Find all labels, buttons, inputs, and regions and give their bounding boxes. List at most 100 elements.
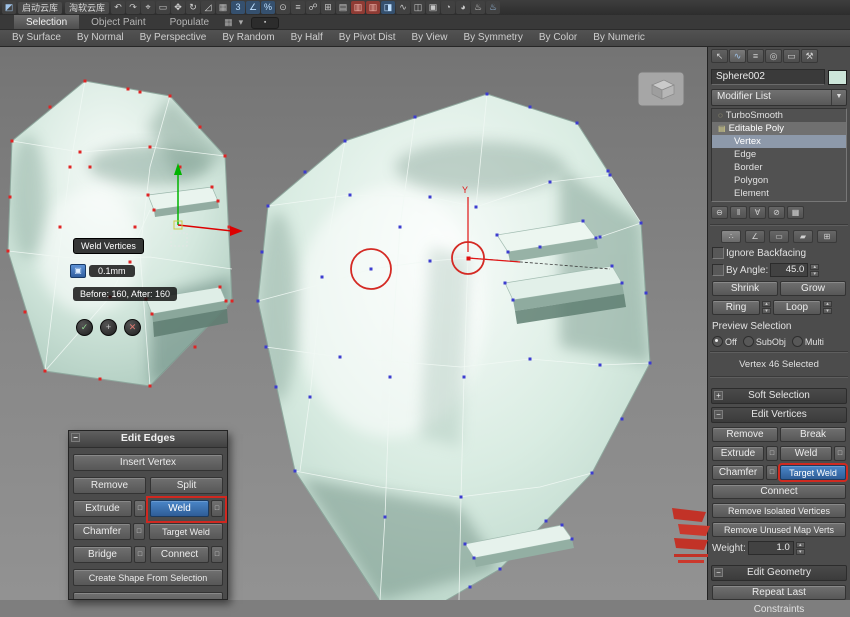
motion-tab-icon[interactable]: ◎ xyxy=(765,49,782,63)
ribbon-button-by-perspective[interactable]: By Perspective xyxy=(132,30,215,46)
repeat-last-button[interactable]: Repeat Last xyxy=(712,585,846,600)
target-weld-edge-button[interactable]: Target Weld xyxy=(149,523,223,540)
create-tab-icon[interactable]: ↖ xyxy=(711,49,728,63)
display-tab-icon[interactable]: ▭ xyxy=(783,49,800,63)
edit-edges-titlebar[interactable]: − Edit Edges xyxy=(69,431,227,448)
ribbon-button-by-numeric[interactable]: By Numeric xyxy=(585,30,653,46)
remove-button[interactable]: Remove xyxy=(712,427,778,442)
ribbon-button-by-half[interactable]: By Half xyxy=(283,30,331,46)
ribbon-chevron-down-icon[interactable]: ▾ xyxy=(236,15,247,29)
redo-icon[interactable]: ↷ xyxy=(126,1,140,14)
subobject-vertex-icon[interactable]: ∴ xyxy=(721,230,741,243)
connect-edge-settings-icon[interactable]: □ xyxy=(211,546,223,563)
main-mesh[interactable]: Y xyxy=(257,93,652,601)
loop-spinner[interactable]: ▴▾ xyxy=(823,301,832,314)
split-button[interactable]: Split xyxy=(150,477,223,494)
caddy-cancel-button[interactable]: ✕ xyxy=(124,319,141,336)
ring-spinner[interactable]: ▴▾ xyxy=(762,301,771,314)
utilities-tab-icon[interactable]: ⚒ xyxy=(801,49,818,63)
create-shape-button[interactable]: Create Shape From Selection xyxy=(73,569,223,586)
weld-settings-icon[interactable]: □ xyxy=(834,446,846,461)
weld-threshold-icon[interactable]: ▣ xyxy=(70,264,86,278)
collapse-icon[interactable]: − xyxy=(714,410,723,419)
configure-sets-icon[interactable]: ▦ xyxy=(787,206,804,219)
align-icon[interactable]: ⊞ xyxy=(321,1,335,14)
extrude-edge-button[interactable]: Extrude xyxy=(73,500,132,517)
scene-widget-button[interactable] xyxy=(638,72,684,106)
edit-vertices-rollout[interactable]: − Edit Vertices xyxy=(711,407,847,423)
curve-editor-icon[interactable]: ∿ xyxy=(396,1,410,14)
weld-button[interactable]: Weld xyxy=(780,446,832,461)
extrude-edge-settings-icon[interactable]: □ xyxy=(134,500,146,517)
ribbon-button-by-symmetry[interactable]: By Symmetry xyxy=(455,30,530,46)
select-scale-icon[interactable]: ◿ xyxy=(201,1,215,14)
undo-icon[interactable]: ↶ xyxy=(111,1,125,14)
ribbon-button-by-normal[interactable]: By Normal xyxy=(69,30,132,46)
render-iterative-icon[interactable]: ♨ xyxy=(486,1,500,14)
extrude-settings-icon[interactable]: □ xyxy=(766,446,778,461)
clipped-button[interactable] xyxy=(73,592,223,600)
spinner-snap-icon[interactable]: ⊙ xyxy=(276,1,290,14)
edit-geometry-rollout[interactable]: − Edit Geometry xyxy=(711,565,847,581)
left-mesh[interactable] xyxy=(7,80,244,388)
stack-item-border[interactable]: Border xyxy=(712,161,846,174)
schematic-view-icon[interactable]: ◫ xyxy=(411,1,425,14)
ribbon-button-by-pivot-dist[interactable]: By Pivot Dist xyxy=(331,30,404,46)
angle-snap-icon[interactable]: ∠ xyxy=(246,1,260,14)
remove-edge-button[interactable]: Remove xyxy=(73,477,146,494)
weight-value[interactable]: 1.0 xyxy=(748,541,794,555)
chamfer-edge-button[interactable]: Chamfer xyxy=(73,523,131,540)
caddy-apply-button[interactable]: + xyxy=(100,319,117,336)
select-move-icon[interactable]: ✥ xyxy=(171,1,185,14)
named-selection-icon[interactable]: ≡ xyxy=(291,1,305,14)
bridge-button[interactable]: Bridge xyxy=(73,546,132,563)
target-weld-button[interactable]: Target Weld xyxy=(780,465,846,480)
hierarchy-tab-icon[interactable]: ≡ xyxy=(747,49,764,63)
stack-item-polygon[interactable]: Polygon xyxy=(712,174,846,187)
collapse-icon[interactable]: − xyxy=(714,568,723,577)
loop-button[interactable]: Loop xyxy=(773,300,821,315)
soft-selection-rollout[interactable]: + Soft Selection xyxy=(711,388,847,404)
ribbon-tab-selection[interactable]: Selection xyxy=(14,15,79,29)
subobject-polygon-icon[interactable]: ▰ xyxy=(793,230,813,243)
collapse-icon[interactable]: − xyxy=(71,433,80,442)
select-region-icon[interactable]: ▭ xyxy=(156,1,170,14)
mirror-icon[interactable]: ☍ xyxy=(306,1,320,14)
stack-item-editable-poly[interactable]: ▤Editable Poly xyxy=(712,122,846,135)
plugin-blue-icon[interactable]: ◨ xyxy=(381,1,395,14)
preview-off-radio[interactable] xyxy=(712,336,723,347)
by-angle-checkbox[interactable] xyxy=(712,264,724,276)
by-angle-value[interactable]: 45.0 xyxy=(770,263,808,277)
object-name-field[interactable]: Sphere002 xyxy=(711,69,825,85)
chamfer-settings-icon[interactable]: □ xyxy=(766,465,778,480)
subobject-element-icon[interactable]: ⊞ xyxy=(817,230,837,243)
connect-button[interactable]: Connect xyxy=(712,484,846,499)
preview-subobj-radio[interactable] xyxy=(743,336,754,347)
ribbon-button-by-view[interactable]: By View xyxy=(403,30,455,46)
stack-item-turbosmooth[interactable]: ◌TurboSmooth xyxy=(712,109,846,122)
plugin-red-icon-2[interactable]: ▥ xyxy=(366,1,380,14)
toolbar-plugin-label[interactable]: 淘软云库 xyxy=(65,2,109,14)
target-vertex[interactable] xyxy=(467,257,471,261)
show-end-result-icon[interactable]: ‖ xyxy=(730,206,747,219)
edit-edges-dialog[interactable]: − Edit Edges Insert Vertex Remove Split … xyxy=(68,430,228,600)
toolbar-plugin-label[interactable]: 启动云库 xyxy=(18,2,62,14)
ribbon-button-by-surface[interactable]: By Surface xyxy=(4,30,69,46)
percent-snap-icon[interactable]: % xyxy=(261,1,275,14)
bridge-settings-icon[interactable]: □ xyxy=(134,546,146,563)
render-production-icon[interactable]: ♨ xyxy=(471,1,485,14)
preview-multi-radio[interactable] xyxy=(792,336,803,347)
modifier-list-dropdown[interactable]: Modifier List ▼ xyxy=(711,89,847,106)
connect-edge-button[interactable]: Connect xyxy=(150,546,209,563)
ribbon-tab-object-paint[interactable]: Object Paint xyxy=(79,15,157,29)
make-unique-icon[interactable]: ∀ xyxy=(749,206,766,219)
remove-modifier-icon[interactable]: ⊘ xyxy=(768,206,785,219)
remove-unused-map-verts-button[interactable]: Remove Unused Map Verts xyxy=(712,522,846,537)
weld-threshold-value[interactable]: 0.1mm xyxy=(89,265,135,277)
break-button[interactable]: Break xyxy=(780,427,846,442)
subobject-border-icon[interactable]: ▭ xyxy=(769,230,789,243)
caddy-ok-button[interactable]: ✓ xyxy=(76,319,93,336)
plugin-red-icon-1[interactable]: ▥ xyxy=(351,1,365,14)
ribbon-button-by-random[interactable]: By Random xyxy=(214,30,282,46)
modify-tab-icon[interactable]: ∿ xyxy=(729,49,746,63)
